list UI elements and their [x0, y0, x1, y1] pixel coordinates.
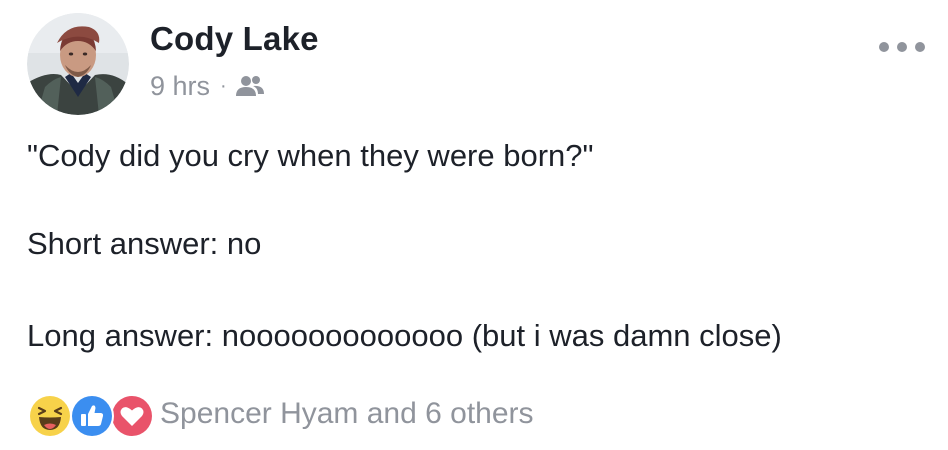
author-avatar[interactable] — [27, 13, 129, 115]
meta-separator: · — [220, 74, 227, 97]
post-text-line: Long answer: nooooooooooooo (but i was d… — [27, 318, 782, 353]
facebook-post: Cody Lake 9 hrs · "Cody did you cry when… — [0, 0, 948, 450]
reactions-summary[interactable]: Spencer Hyam and 6 others — [160, 397, 534, 431]
like-icon — [70, 394, 114, 438]
friends-icon[interactable] — [235, 74, 265, 98]
post-text-line: "Cody did you cry when they were born?" — [27, 138, 594, 173]
love-icon — [110, 394, 154, 438]
more-dot — [879, 42, 889, 52]
reaction-icons — [26, 392, 154, 438]
reactions-bar[interactable]: Spencer Hyam and 6 others — [26, 392, 534, 438]
post-text-line: Short answer: no — [27, 226, 262, 261]
more-dot — [915, 42, 925, 52]
post-timestamp[interactable]: 9 hrs — [150, 71, 210, 102]
author-name[interactable]: Cody Lake — [150, 20, 319, 58]
more-dot — [897, 42, 907, 52]
haha-icon — [28, 394, 72, 438]
post-meta: 9 hrs · — [150, 67, 265, 105]
more-options-icon[interactable] — [879, 36, 925, 58]
